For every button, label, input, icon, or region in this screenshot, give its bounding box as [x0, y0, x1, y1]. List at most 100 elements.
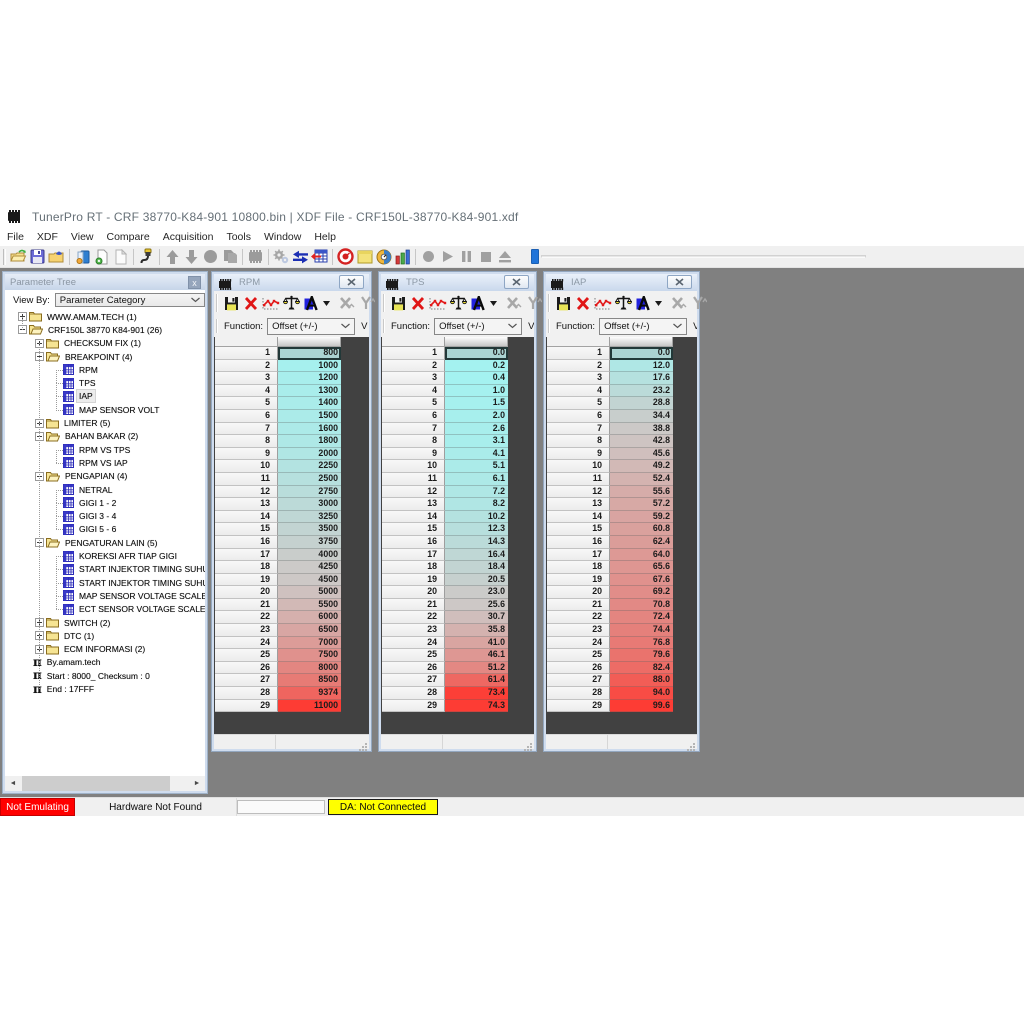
- value-cell[interactable]: 8000: [278, 662, 341, 675]
- value-cell[interactable]: 55.6: [610, 486, 673, 499]
- tree-item-rpm-vs-tps[interactable]: RPM VS TPS: [63, 443, 132, 456]
- row-number-cell[interactable]: 9: [215, 448, 278, 461]
- row-number-cell[interactable]: 17: [215, 549, 278, 562]
- value-cell[interactable]: 4250: [278, 561, 341, 574]
- dropdown-caret-icon-icon[interactable]: [321, 293, 332, 313]
- value-cell[interactable]: 74.3: [445, 700, 508, 713]
- value-cell[interactable]: 11000: [278, 700, 341, 713]
- tree-item-bahan-bakar-2[interactable]: BAHAN BAKAR (2): [46, 430, 140, 443]
- value-cell[interactable]: 28.8: [610, 397, 673, 410]
- row-number-cell[interactable]: 28: [547, 687, 610, 700]
- window-close-button[interactable]: [339, 275, 364, 289]
- scales-icon[interactable]: [613, 293, 633, 313]
- row-number-cell[interactable]: 11: [547, 473, 610, 486]
- row-number-cell[interactable]: 29: [215, 700, 278, 713]
- delete-icon[interactable]: [241, 293, 261, 313]
- row-number-cell[interactable]: 8: [547, 435, 610, 448]
- value-cell[interactable]: 12.3: [445, 523, 508, 536]
- edit-labels-icon[interactable]: [633, 293, 653, 313]
- row-number-cell[interactable]: 22: [547, 611, 610, 624]
- row-number-cell[interactable]: 25: [382, 649, 445, 662]
- scroll-left-arrow[interactable]: ◄: [5, 776, 21, 791]
- row-number-cell[interactable]: 6: [547, 410, 610, 423]
- row-number-cell[interactable]: 4: [547, 385, 610, 398]
- row-number-cell[interactable]: 10: [382, 460, 445, 473]
- row-number-cell[interactable]: 9: [547, 448, 610, 461]
- tree-item-pengapian-4[interactable]: PENGAPIAN (4): [46, 470, 129, 483]
- row-number-cell[interactable]: 27: [215, 674, 278, 687]
- delete-icon[interactable]: [573, 293, 593, 313]
- tree-horizontal-scrollbar[interactable]: ◄ ►: [5, 776, 205, 791]
- value-cell[interactable]: 64.0: [610, 549, 673, 562]
- tree-item-iap[interactable]: IAP: [63, 390, 95, 403]
- value-cell[interactable]: 41.0: [445, 637, 508, 650]
- row-number-cell[interactable]: 17: [382, 549, 445, 562]
- value-cell[interactable]: 8.2: [445, 498, 508, 511]
- value-cell[interactable]: 3500: [278, 523, 341, 536]
- row-number-cell[interactable]: 20: [547, 586, 610, 599]
- menu-compare[interactable]: Compare: [101, 231, 156, 243]
- parameter-tree-close-button[interactable]: x: [188, 276, 201, 289]
- row-number-cell[interactable]: 3: [547, 372, 610, 385]
- row-number-cell[interactable]: 11: [382, 473, 445, 486]
- tree-item-crf150l-38770-k84-901-26[interactable]: CRF150L 38770 K84-901 (26): [29, 323, 164, 336]
- value-cell[interactable]: 5.1: [445, 460, 508, 473]
- row-number-cell[interactable]: 5: [547, 397, 610, 410]
- value-cell[interactable]: 5500: [278, 599, 341, 612]
- value-cell[interactable]: 70.8: [610, 599, 673, 612]
- row-number-cell[interactable]: 10: [215, 460, 278, 473]
- table-import-icon[interactable]: [310, 247, 329, 267]
- value-cell[interactable]: 45.6: [610, 448, 673, 461]
- row-number-cell[interactable]: 3: [382, 372, 445, 385]
- resize-grip-icon[interactable]: [687, 739, 696, 748]
- tree-item-www-amam-tech-1[interactable]: WWW.AMAM.TECH (1): [29, 310, 139, 323]
- row-number-cell[interactable]: 19: [215, 574, 278, 587]
- tree-item-rpm[interactable]: RPM: [63, 363, 100, 376]
- value-cell[interactable]: 0.2: [445, 360, 508, 373]
- row-number-cell[interactable]: 26: [215, 662, 278, 675]
- row-number-cell[interactable]: 12: [215, 486, 278, 499]
- value-cell[interactable]: 94.0: [610, 687, 673, 700]
- value-cell[interactable]: 61.4: [445, 674, 508, 687]
- value-cell[interactable]: 7.2: [445, 486, 508, 499]
- menu-view[interactable]: View: [65, 231, 100, 243]
- value-cell[interactable]: 16.4: [445, 549, 508, 562]
- value-cell[interactable]: 7500: [278, 649, 341, 662]
- row-number-cell[interactable]: 21: [215, 599, 278, 612]
- value-cell[interactable]: 30.7: [445, 611, 508, 624]
- tree-item-start-injektor-timing-suhu[interactable]: START INJEKTOR TIMING SUHU: [63, 576, 205, 589]
- value-cell[interactable]: 12.0: [610, 360, 673, 373]
- row-number-cell[interactable]: 1: [547, 347, 610, 360]
- function-combobox[interactable]: Offset (+/-): [599, 318, 687, 335]
- value-cell[interactable]: 35.8: [445, 624, 508, 637]
- value-cell[interactable]: 6000: [278, 611, 341, 624]
- value-cell[interactable]: 23.0: [445, 586, 508, 599]
- value-cell[interactable]: 1.0: [445, 385, 508, 398]
- swap-arrows-icon[interactable]: [291, 247, 310, 267]
- row-number-cell[interactable]: 27: [382, 674, 445, 687]
- menu-tools[interactable]: Tools: [220, 231, 257, 243]
- plug-icon[interactable]: [137, 247, 156, 267]
- value-cell[interactable]: 7000: [278, 637, 341, 650]
- row-number-cell[interactable]: 15: [215, 523, 278, 536]
- menu-help[interactable]: Help: [308, 231, 342, 243]
- value-cell[interactable]: 99.6: [610, 700, 673, 713]
- row-number-cell[interactable]: 14: [215, 511, 278, 524]
- value-cell[interactable]: 65.6: [610, 561, 673, 574]
- value-cell[interactable]: 4.1: [445, 448, 508, 461]
- tree-item-pengaturan-lain-5[interactable]: PENGATURAN LAIN (5): [46, 536, 159, 549]
- tree-item-gigi-5-6[interactable]: GIGI 5 - 6: [63, 523, 118, 536]
- bar-chart-icon[interactable]: [393, 247, 412, 267]
- row-number-cell[interactable]: 13: [547, 498, 610, 511]
- slider-handle[interactable]: [531, 249, 539, 264]
- tree-item-checksum-fix-1[interactable]: CHECKSUM FIX (1): [46, 337, 143, 350]
- row-number-cell[interactable]: 6: [215, 410, 278, 423]
- row-number-cell[interactable]: 20: [382, 586, 445, 599]
- value-cell[interactable]: 57.2: [610, 498, 673, 511]
- window-close-button[interactable]: [667, 275, 692, 289]
- window-close-button[interactable]: [504, 275, 529, 289]
- row-number-cell[interactable]: 18: [215, 561, 278, 574]
- tree-item-start-8000-checksum-0[interactable]: πStart : 8000_ Checksum : 0: [33, 669, 152, 682]
- value-cell[interactable]: 1200: [278, 372, 341, 385]
- row-number-cell[interactable]: 21: [547, 599, 610, 612]
